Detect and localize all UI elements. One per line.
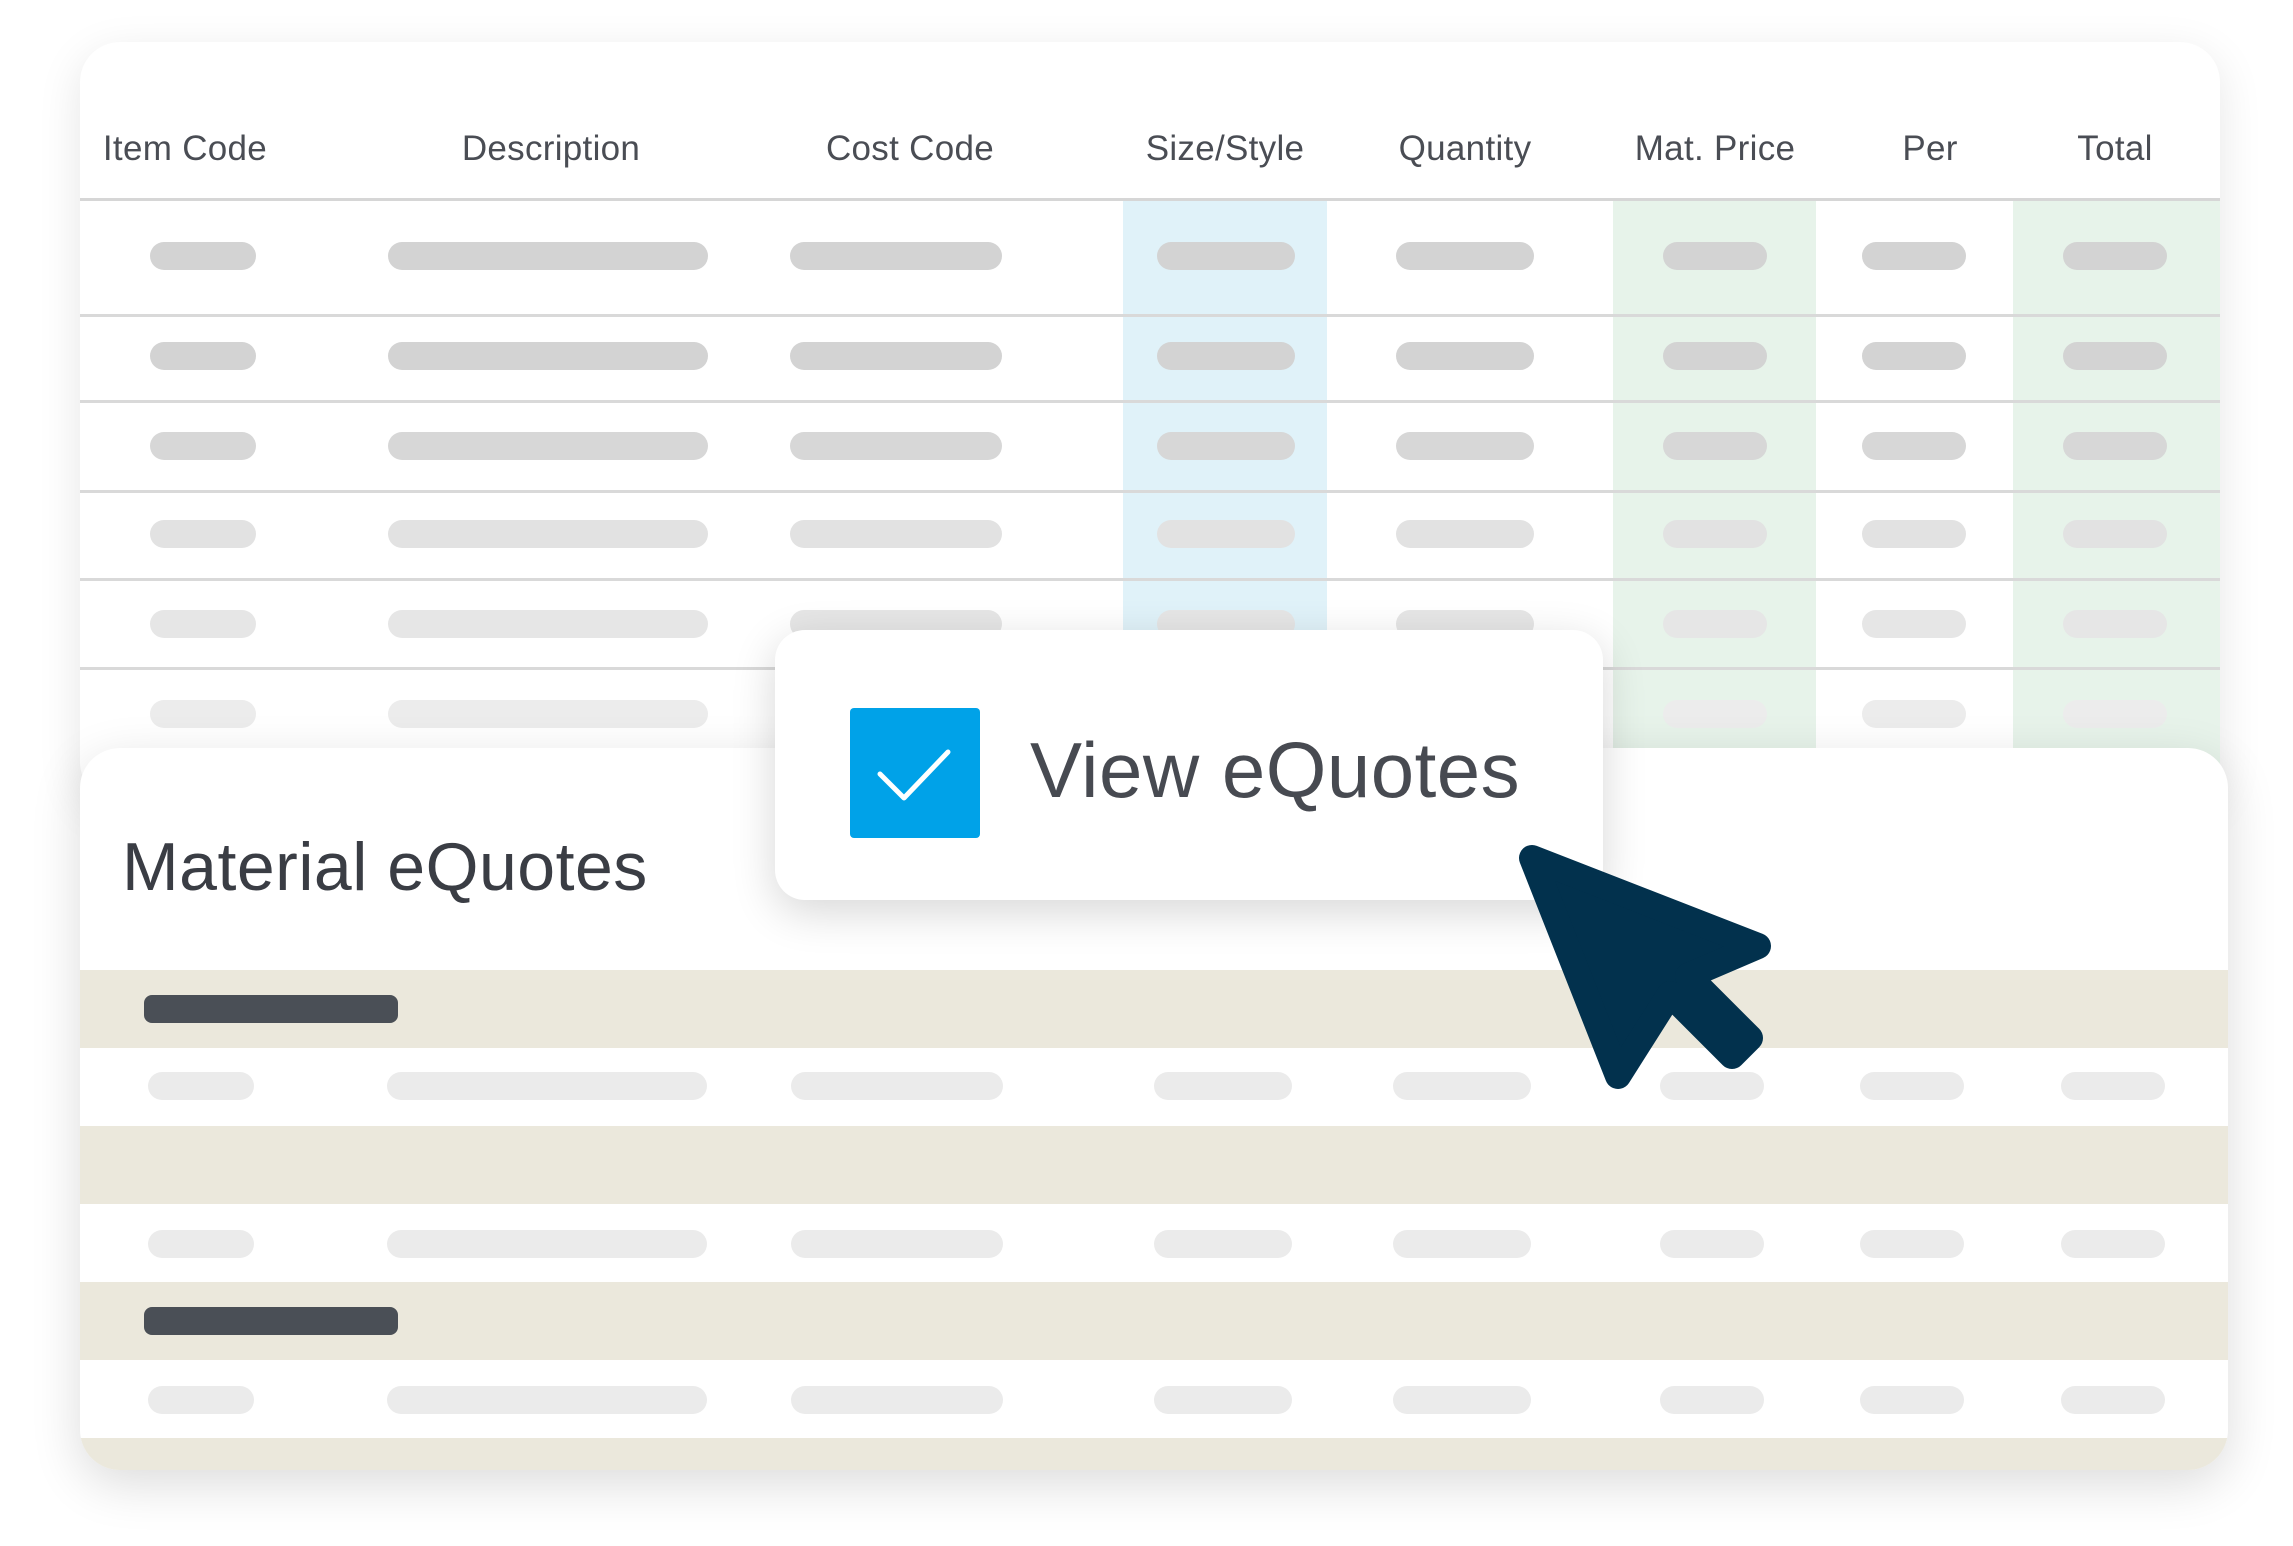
cell-placeholder (2063, 432, 2167, 460)
cell-placeholder (1663, 520, 1767, 548)
cell-placeholder (1154, 1072, 1292, 1100)
cell-placeholder (2063, 342, 2167, 370)
header-quantity[interactable]: Quantity (1360, 124, 1570, 174)
header-per[interactable]: Per (1860, 124, 2000, 174)
cell-placeholder (1860, 1386, 1964, 1414)
cell-placeholder (387, 1386, 707, 1414)
row-divider (80, 578, 2220, 581)
cell-placeholder (1663, 242, 1767, 270)
cell-placeholder (791, 1386, 1003, 1414)
cell-placeholder (1154, 1386, 1292, 1414)
group-row[interactable] (80, 1438, 2228, 1470)
header-total[interactable]: Total (2015, 124, 2215, 174)
cell-placeholder (1157, 342, 1295, 370)
cell-placeholder (388, 242, 708, 270)
cell-placeholder (387, 1230, 707, 1258)
cell-placeholder (2063, 242, 2167, 270)
cell-placeholder (2061, 1072, 2165, 1100)
row-divider (80, 490, 2220, 493)
cell-placeholder (388, 700, 708, 728)
group-row[interactable] (80, 1126, 2228, 1204)
cell-placeholder (1396, 520, 1534, 548)
cell-placeholder (790, 342, 1002, 370)
cell-placeholder (388, 520, 708, 548)
cell-placeholder (1860, 1230, 1964, 1258)
cell-placeholder (150, 242, 256, 270)
cell-placeholder (148, 1230, 254, 1258)
cell-placeholder (1663, 700, 1767, 728)
cell-placeholder (388, 610, 708, 638)
cell-placeholder (388, 432, 708, 460)
view-equotes-toggle[interactable]: View eQuotes (775, 630, 1603, 900)
cell-placeholder (1154, 1230, 1292, 1258)
cell-placeholder (1860, 1072, 1964, 1100)
cell-placeholder (1157, 242, 1295, 270)
cell-placeholder (1663, 342, 1767, 370)
header-description[interactable]: Description (441, 124, 661, 174)
cell-placeholder (1862, 342, 1966, 370)
cell-placeholder (1663, 610, 1767, 638)
cell-placeholder (387, 1072, 707, 1100)
row-divider (80, 400, 2220, 403)
cell-placeholder (150, 520, 256, 548)
group-label-placeholder (144, 995, 398, 1023)
cell-placeholder (1862, 242, 1966, 270)
group-row[interactable] (80, 970, 2228, 1048)
cell-placeholder (1862, 610, 1966, 638)
cell-placeholder (790, 432, 1002, 460)
cell-placeholder (150, 700, 256, 728)
group-label-placeholder (144, 1307, 398, 1335)
cell-placeholder (1396, 242, 1534, 270)
cell-placeholder (2061, 1386, 2165, 1414)
cell-placeholder (1660, 1230, 1764, 1258)
view-equotes-label: View eQuotes (1030, 726, 1521, 814)
checkmark-icon (877, 749, 951, 801)
mouse-pointer-icon (1519, 845, 1771, 1089)
row-divider (80, 314, 2220, 317)
header-item-code[interactable]: Item Code (100, 124, 270, 174)
cell-placeholder (2061, 1230, 2165, 1258)
header-divider (80, 198, 2220, 201)
stage: Item Code Description Cost Code Size/Sty… (0, 0, 2293, 1546)
cell-placeholder (1862, 700, 1966, 728)
section-title: Material eQuotes (122, 829, 648, 905)
cell-placeholder (150, 610, 256, 638)
header-size-style[interactable]: Size/Style (1120, 124, 1330, 174)
cell-placeholder (148, 1072, 254, 1100)
cell-placeholder (1157, 432, 1295, 460)
header-mat-price[interactable]: Mat. Price (1610, 124, 1820, 174)
view-equotes-checkbox[interactable] (850, 708, 980, 838)
cell-placeholder (2063, 700, 2167, 728)
cell-placeholder (150, 432, 256, 460)
cell-placeholder (791, 1230, 1003, 1258)
cell-placeholder (1663, 432, 1767, 460)
cell-placeholder (1157, 520, 1295, 548)
group-row[interactable] (80, 1282, 2228, 1360)
cell-placeholder (2063, 520, 2167, 548)
cell-placeholder (1862, 432, 1966, 460)
cell-placeholder (148, 1386, 254, 1414)
cell-placeholder (1660, 1386, 1764, 1414)
cell-placeholder (1862, 520, 1966, 548)
cell-placeholder (2063, 610, 2167, 638)
cell-placeholder (1393, 1230, 1531, 1258)
cell-placeholder (1396, 342, 1534, 370)
cell-placeholder (150, 342, 256, 370)
cell-placeholder (791, 1072, 1003, 1100)
cell-placeholder (388, 342, 708, 370)
header-cost-code[interactable]: Cost Code (800, 124, 1020, 174)
cell-placeholder (1396, 432, 1534, 460)
cell-placeholder (1393, 1386, 1531, 1414)
cell-placeholder (790, 520, 1002, 548)
cell-placeholder (790, 242, 1002, 270)
